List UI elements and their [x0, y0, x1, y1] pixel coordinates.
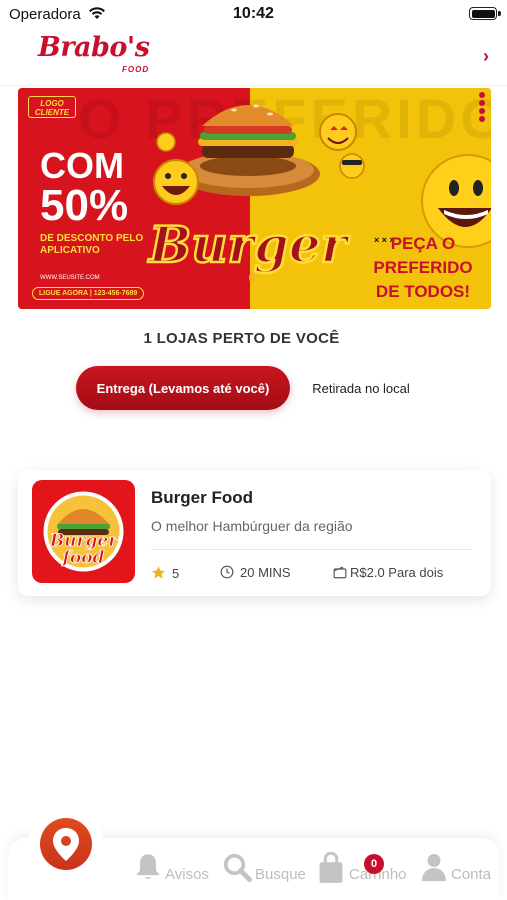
promo-banner[interactable]: O PREFERIDO LOGO CLIENTE COM 50% DE DESC… — [18, 88, 491, 309]
clock-icon — [220, 565, 234, 579]
burger-food-logo-icon: Burger food — [43, 491, 124, 572]
nav-avisos-label: Avisos — [165, 866, 209, 883]
status-time: 10:42 — [233, 5, 274, 22]
battery-icon — [469, 7, 497, 20]
store-name: Burger Food — [151, 488, 253, 507]
wallet-icon — [333, 566, 347, 579]
banner-burger-word: Burger — [147, 215, 351, 274]
banner-com-text: COM — [40, 145, 124, 186]
thumb-text-food: food — [62, 548, 105, 568]
tab-delivery[interactable]: Entrega (Levamos até você) — [76, 366, 290, 410]
search-icon — [223, 853, 252, 882]
location-button[interactable] — [28, 806, 104, 882]
stores-near-title: 1 LOJAS PERTO DE VOCÊ — [143, 330, 340, 347]
store-time-value: 20 MINS — [240, 565, 291, 580]
user-icon — [422, 854, 446, 882]
brand-logo[interactable]: Brabo's FOOD — [38, 32, 168, 78]
banner-social-icons — [479, 92, 487, 124]
banner-right-line-2: PREFERIDO — [373, 258, 473, 277]
chevron-right-icon[interactable]: › — [483, 46, 489, 67]
burger-illustration: Burger — [146, 104, 365, 284]
store-price-value: R$2.0 Para dois — [350, 565, 444, 580]
store-card[interactable]: Burger food Burger Food O melhor Hambúrg… — [18, 470, 491, 596]
cart-count-badge: 0 — [364, 854, 384, 874]
banner-website: WWW.SEUSITE.COM — [40, 275, 100, 281]
status-bar: Operadora 10:42 — [0, 0, 507, 28]
store-rating: 5 — [151, 565, 179, 581]
store-rating-value: 5 — [172, 566, 180, 581]
banner-right-line-3: DE TODOS! — [375, 282, 471, 301]
store-thumbnail: Burger food — [32, 480, 135, 583]
banner-client-logo: LOGO CLIENTE — [28, 96, 76, 118]
star-icon — [152, 566, 165, 579]
banner-right-promo: PEÇA O PREFERIDO DE TODOS! — [358, 232, 488, 304]
location-pin-icon — [53, 828, 79, 861]
banner-phone: LIGUE AGORA | 123-456-7689 — [32, 287, 145, 300]
store-delivery-time: 20 MINS — [220, 565, 291, 580]
shopping-bag-icon — [319, 852, 343, 883]
tab-pickup[interactable]: Retirada no local — [296, 366, 426, 410]
brand-name: Brabo's — [38, 32, 150, 63]
banner-discount-description: DE DESCONTO PELO APLICATIVO — [40, 233, 144, 256]
store-price: R$2.0 Para dois — [333, 565, 443, 580]
brand-subtitle: FOOD — [122, 65, 150, 74]
store-description: O melhor Hambúrguer da região — [151, 518, 353, 534]
nav-conta-label: Conta — [451, 866, 492, 883]
banner-right-line-1: PEÇA O — [390, 234, 456, 253]
bell-icon — [136, 854, 160, 880]
nav-busque-label: Busque — [255, 866, 306, 883]
banner-discount-percent: 50% — [40, 181, 129, 230]
store-divider — [151, 549, 471, 550]
app-header: Brabo's FOOD › — [0, 28, 507, 86]
